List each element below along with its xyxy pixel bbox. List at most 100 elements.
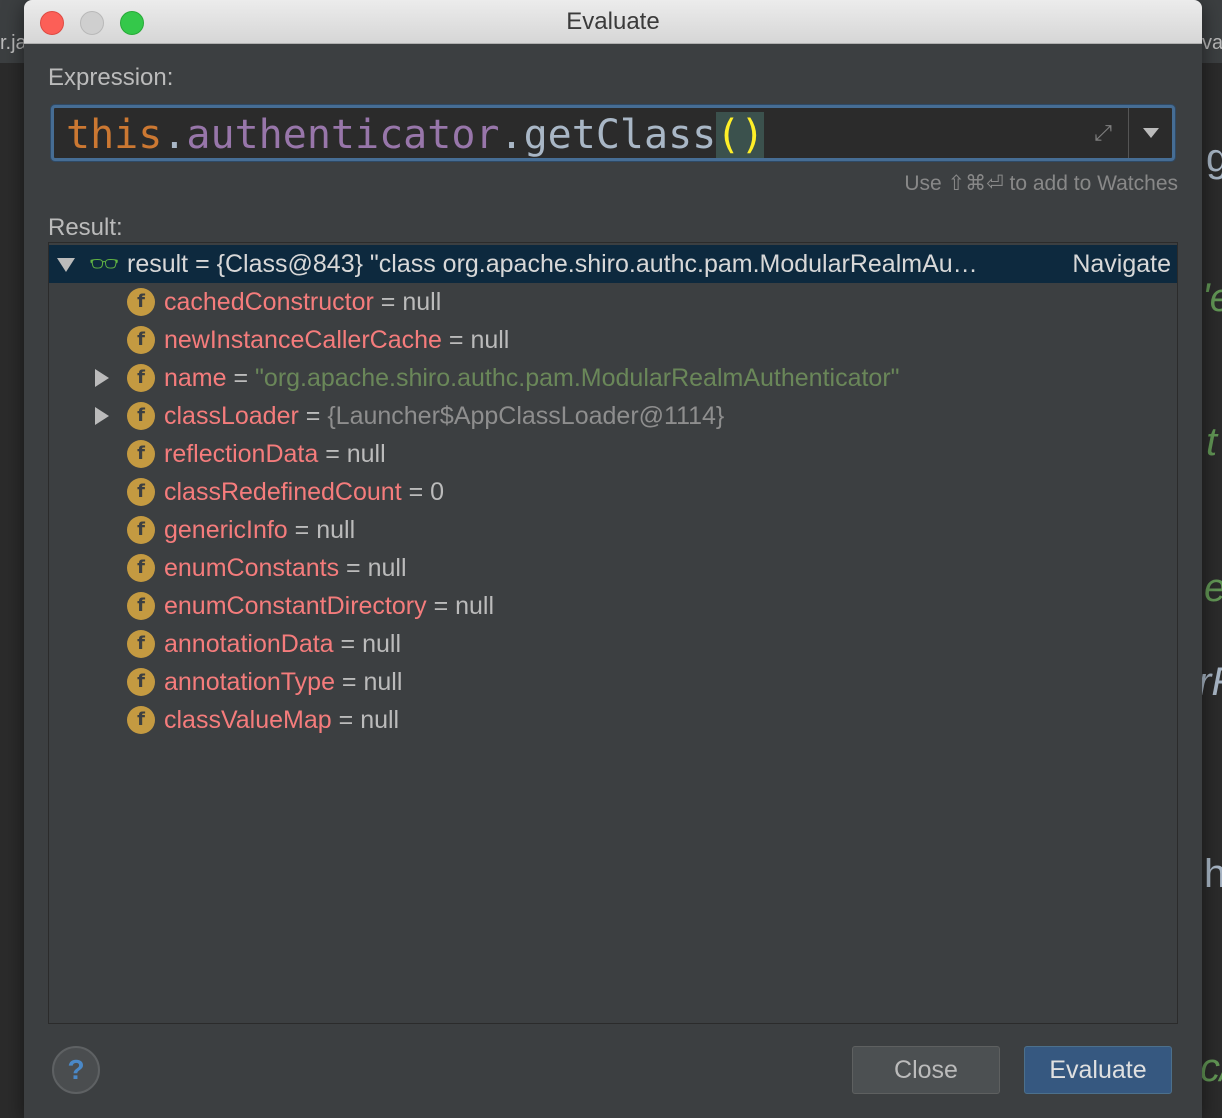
- field-value: "org.apache.shiro.authc.pam.ModularRealm…: [255, 364, 900, 392]
- field-icon: f: [127, 668, 155, 696]
- tree-row-field[interactable]: f enumConstantDirectory = null: [49, 587, 1177, 625]
- field-value: {Launcher$AppClassLoader@1114}: [327, 402, 725, 430]
- result-value: {Class@843} "class org.apache.shiro.auth…: [216, 250, 978, 278]
- field-eq: =: [287, 516, 317, 544]
- field-icon: f: [127, 402, 155, 430]
- field-text: name = "org.apache.shiro.authc.pam.Modul…: [164, 364, 900, 393]
- history-dropdown-button[interactable]: [1128, 108, 1172, 158]
- field-icon: f: [127, 478, 155, 506]
- close-button[interactable]: Close: [852, 1046, 1000, 1094]
- field-text: enumConstantDirectory = null: [164, 592, 494, 621]
- tree-row-field[interactable]: f newInstanceCallerCache = null: [49, 321, 1177, 359]
- field-value: null: [346, 440, 386, 468]
- field-value: null: [470, 326, 510, 354]
- background-tab-left[interactable]: r.ja: [0, 32, 27, 55]
- tree-row-field[interactable]: f name = "org.apache.shiro.authc.pam.Modu…: [49, 359, 1177, 397]
- field-name: name: [164, 364, 227, 392]
- expand-arrow-icon[interactable]: [95, 369, 109, 387]
- expression-code[interactable]: this.authenticator.getClass(): [66, 112, 765, 158]
- field-name: cachedConstructor: [164, 288, 374, 316]
- background-code-fragment: 'e: [1202, 276, 1222, 320]
- result-eq: =: [188, 250, 217, 278]
- field-name: genericInfo: [164, 516, 288, 544]
- background-tab-right[interactable]: va: [1202, 32, 1222, 55]
- tree-row-field[interactable]: f enumConstants = null: [49, 549, 1177, 587]
- field-icon: f: [127, 516, 155, 544]
- evaluate-button[interactable]: Evaluate: [1024, 1046, 1172, 1094]
- result-label: Result:: [48, 214, 123, 241]
- tree-row-field[interactable]: f annotationData = null: [49, 625, 1177, 663]
- field-name: reflectionData: [164, 440, 319, 468]
- tree-row-field[interactable]: f annotationType = null: [49, 663, 1177, 701]
- expression-input[interactable]: this.authenticator.getClass() ⤢: [51, 105, 1175, 161]
- field-icon: f: [127, 630, 155, 658]
- background-code-fragment: t: [1206, 420, 1218, 464]
- field-text: classRedefinedCount = 0: [164, 478, 444, 507]
- field-value: null: [455, 592, 495, 620]
- background-code-fragment: g: [1206, 136, 1222, 180]
- field-icon: f: [127, 326, 155, 354]
- field-eq: =: [298, 402, 328, 430]
- field-text: cachedConstructor = null: [164, 288, 441, 317]
- navigate-link[interactable]: Navigate: [1072, 250, 1171, 279]
- expression-field: authenticator: [186, 112, 500, 158]
- tree-row-field[interactable]: f classRedefinedCount = 0: [49, 473, 1177, 511]
- field-text: genericInfo = null: [164, 516, 355, 545]
- field-value: null: [367, 554, 407, 582]
- field-icon: f: [127, 592, 155, 620]
- field-eq: =: [334, 668, 364, 696]
- expression-label: Expression:: [48, 64, 174, 91]
- background-code-fragment: h: [1204, 852, 1222, 896]
- field-value: null: [402, 288, 442, 316]
- field-eq: =: [331, 706, 361, 734]
- expression-method: getClass: [523, 112, 717, 158]
- result-tree[interactable]: 👓︎ result = {Class@843} "class org.apach…: [48, 242, 1178, 1024]
- tree-row-field[interactable]: f classLoader = {Launcher$AppClassLoader@…: [49, 397, 1177, 435]
- field-name: newInstanceCallerCache: [164, 326, 442, 354]
- background-code-fragment: c/: [1200, 1046, 1222, 1090]
- expression-parens: (): [716, 112, 765, 158]
- field-name: annotationType: [164, 668, 335, 696]
- add-to-watches-hint: Use ⇧⌘⏎ to add to Watches: [904, 172, 1178, 195]
- collapse-arrow-icon[interactable]: [57, 258, 75, 272]
- field-eq: =: [339, 554, 368, 582]
- field-eq: =: [426, 592, 456, 620]
- field-icon: f: [127, 706, 155, 734]
- tree-row-field[interactable]: f classValueMap = null: [49, 701, 1177, 739]
- field-name: enumConstantDirectory: [164, 592, 427, 620]
- field-text: newInstanceCallerCache = null: [164, 326, 509, 355]
- field-name: annotationData: [164, 630, 334, 658]
- field-eq: =: [373, 288, 403, 316]
- field-value: 0: [430, 478, 445, 506]
- field-eq: =: [226, 364, 256, 392]
- expression-dot: .: [499, 112, 524, 158]
- tree-row-field[interactable]: f genericInfo = null: [49, 511, 1177, 549]
- field-value: null: [362, 630, 402, 658]
- expand-icon[interactable]: ⤢: [1090, 120, 1116, 146]
- evaluate-dialog: Evaluate Expression: this.authenticator.…: [24, 0, 1202, 1118]
- field-text: classValueMap = null: [164, 706, 399, 735]
- field-text: reflectionData = null: [164, 440, 386, 469]
- field-value: null: [363, 668, 403, 696]
- field-eq: =: [441, 326, 471, 354]
- watch-glasses-icon: 👓︎: [89, 251, 120, 278]
- field-text: annotationData = null: [164, 630, 401, 659]
- tree-row-field[interactable]: f cachedConstructor = null: [49, 283, 1177, 321]
- background-code-fragment: e: [1204, 566, 1222, 611]
- field-name: classValueMap: [164, 706, 332, 734]
- field-value: null: [316, 516, 356, 544]
- expand-arrow-icon[interactable]: [95, 407, 109, 425]
- title-bar[interactable]: Evaluate: [24, 0, 1202, 44]
- field-name: enumConstants: [164, 554, 340, 582]
- field-icon: f: [127, 440, 155, 468]
- field-icon: f: [127, 288, 155, 316]
- field-name: classLoader: [164, 402, 299, 430]
- chevron-down-icon: [1142, 128, 1159, 138]
- field-icon: f: [127, 364, 155, 392]
- field-value: null: [360, 706, 400, 734]
- field-eq: =: [333, 630, 363, 658]
- tree-row-result[interactable]: 👓︎ result = {Class@843} "class org.apach…: [49, 245, 1177, 283]
- help-button[interactable]: ?: [52, 1046, 100, 1094]
- tree-row-field[interactable]: f reflectionData = null: [49, 435, 1177, 473]
- expression-keyword: this: [66, 112, 163, 158]
